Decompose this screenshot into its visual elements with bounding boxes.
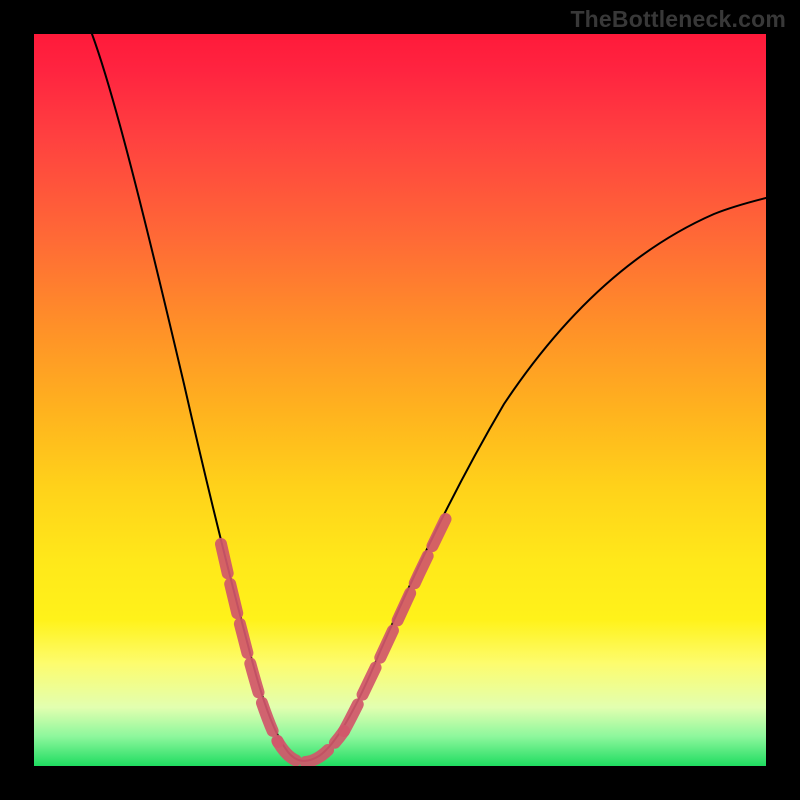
bottleneck-curve bbox=[92, 34, 766, 761]
left-slope-marker bbox=[221, 544, 278, 742]
watermark-text: TheBottleneck.com bbox=[570, 6, 786, 33]
right-slope-marker bbox=[344, 512, 449, 731]
plot-area bbox=[34, 34, 766, 766]
chart-svg bbox=[34, 34, 766, 766]
valley-marker bbox=[278, 731, 344, 762]
outer-frame: TheBottleneck.com bbox=[0, 0, 800, 800]
